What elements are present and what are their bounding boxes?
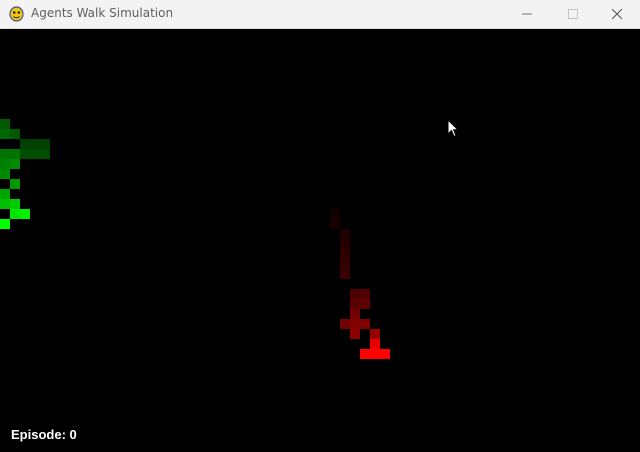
- red-trail-cell: [340, 269, 350, 279]
- green-trail-cell: [0, 189, 10, 199]
- red-trail-cell: [360, 299, 370, 309]
- green-trail-cell: [30, 149, 40, 159]
- red-trail-cell: [350, 319, 360, 329]
- red-trail-cell: [340, 249, 350, 259]
- red-trail-cell: [350, 299, 360, 309]
- green-trail-cell: [30, 139, 40, 149]
- close-icon: [612, 9, 622, 19]
- red-trail-cell: [370, 349, 380, 359]
- red-trail-cell: [340, 319, 350, 329]
- red-trail-cell: [370, 329, 380, 339]
- green-trail-cell: [10, 209, 20, 219]
- minimize-button[interactable]: [504, 0, 550, 28]
- red-trail-cell: [340, 229, 350, 239]
- close-button[interactable]: [594, 0, 640, 28]
- green-trail-cell: [0, 159, 10, 169]
- episode-counter: Episode: 0: [11, 427, 77, 442]
- green-trail-cell: [40, 139, 50, 149]
- green-trail-cell: [0, 129, 10, 139]
- red-trail-cell: [360, 319, 370, 329]
- app-window: Agents Walk Simulation Episode: 0: [0, 0, 640, 452]
- maximize-icon: [568, 9, 578, 19]
- window-title: Agents Walk Simulation: [31, 6, 174, 20]
- red-trail-cell: [340, 259, 350, 269]
- green-trail-cell: [10, 129, 20, 139]
- green-trail-cell: [0, 219, 10, 229]
- green-trail-cell: [10, 199, 20, 209]
- green-trail-cell: [10, 159, 20, 169]
- green-trail-cell: [10, 179, 20, 189]
- green-trail-cell: [40, 149, 50, 159]
- red-trail-cell: [330, 209, 340, 219]
- green-trail-cell: [0, 169, 10, 179]
- green-trail-cell: [10, 149, 20, 159]
- red-trail-cell: [350, 289, 360, 299]
- red-trail-cell: [360, 349, 370, 359]
- simulation-canvas[interactable]: [0, 29, 640, 452]
- red-trail-cell: [350, 309, 360, 319]
- green-trail-cell: [0, 199, 10, 209]
- green-trail-cell: [20, 209, 30, 219]
- red-trail-cell: [380, 349, 390, 359]
- red-trail-cell: [340, 239, 350, 249]
- green-trail-cell: [20, 149, 30, 159]
- green-trail-cell: [0, 149, 10, 159]
- maximize-button[interactable]: [550, 0, 596, 28]
- mouse-cursor-icon: [447, 119, 459, 138]
- pygame-snake-icon: [9, 6, 24, 22]
- minimize-icon: [522, 13, 532, 15]
- green-trail-cell: [20, 139, 30, 149]
- title-bar[interactable]: Agents Walk Simulation: [0, 0, 640, 29]
- red-trail-cell: [360, 289, 370, 299]
- green-trail-cell: [0, 119, 10, 129]
- red-trail-cell: [370, 339, 380, 349]
- red-trail-cell: [350, 329, 360, 339]
- red-trail-cell: [330, 219, 340, 229]
